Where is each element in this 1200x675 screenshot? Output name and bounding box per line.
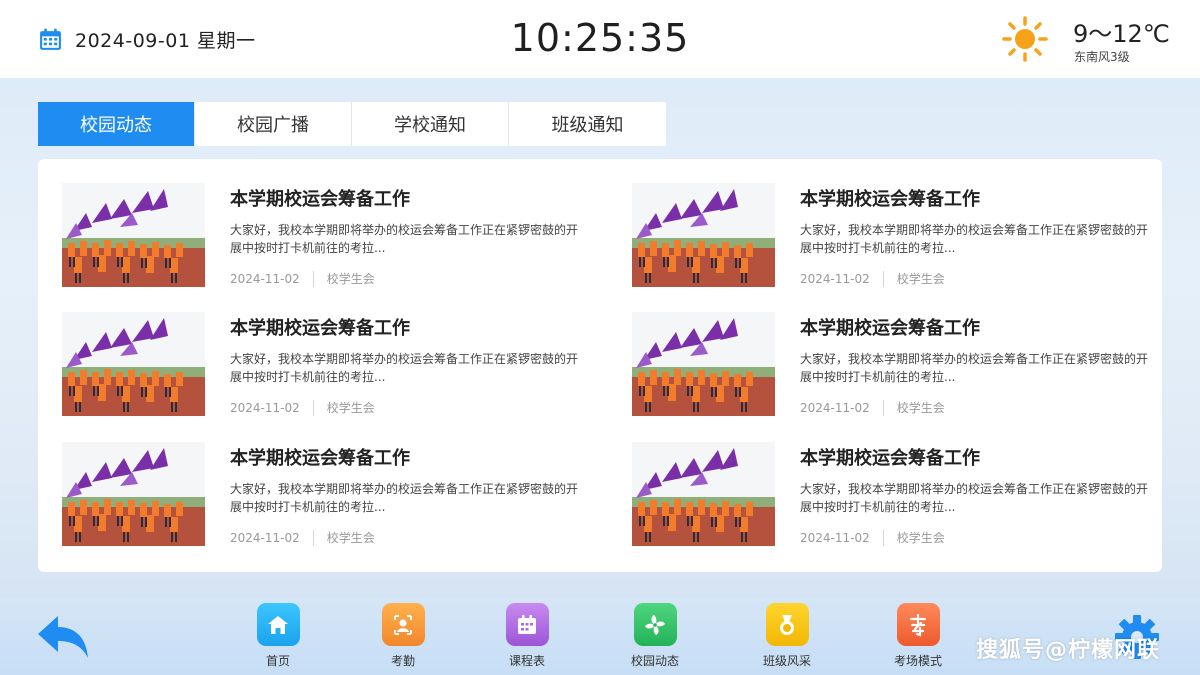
- news-item[interactable]: 本学期校运会筹备工作 大家好，我校本学期即将举办的校运会筹备工作正在紧锣密鼓的开…: [62, 312, 582, 418]
- dock-item-home[interactable]: 首页: [238, 603, 318, 669]
- dock-item-timetable[interactable]: 课程表: [487, 603, 567, 669]
- news-thumbnail: [632, 312, 775, 416]
- news-date: 2024-11-02: [800, 530, 870, 545]
- news-date: 2024-11-02: [230, 530, 300, 545]
- attendance-icon: [381, 603, 425, 646]
- news-title: 本学期校运会筹备工作: [230, 448, 410, 469]
- meta-divider: [882, 270, 884, 287]
- news-summary: 大家好，我校本学期即将举办的校运会筹备工作正在紧锣密鼓的开展中按时打卡机前往的考…: [230, 352, 579, 384]
- news-source: 校学生会: [326, 272, 375, 286]
- tab-campus-broadcast[interactable]: 校园广播: [195, 102, 352, 146]
- news-date: 2024-11-02: [800, 400, 870, 415]
- meta-divider: [312, 270, 314, 287]
- news-date: 2024-11-02: [230, 271, 300, 286]
- news-item[interactable]: 本学期校运会筹备工作 大家好，我校本学期即将举办的校运会筹备工作正在紧锣密鼓的开…: [632, 312, 1152, 418]
- news-title: 本学期校运会筹备工作: [800, 448, 980, 469]
- news-item[interactable]: 本学期校运会筹备工作 大家好，我校本学期即将举办的校运会筹备工作正在紧锣密鼓的开…: [632, 442, 1152, 548]
- dock-label: 校园动态: [630, 654, 679, 668]
- dock-item-attendance[interactable]: 考勤: [363, 603, 443, 669]
- category-tabs: 校园动态 校园广播 学校通知 班级通知: [38, 102, 666, 146]
- news-source: 校学生会: [326, 401, 375, 415]
- news-thumbnail: [632, 442, 775, 546]
- calendar-icon: [505, 603, 549, 646]
- meta-divider: [312, 399, 314, 416]
- dock-label: 首页: [265, 654, 290, 668]
- dock-label: 考勤: [390, 654, 415, 668]
- temperature: 9～12℃: [1073, 20, 1170, 48]
- exam-icon: [896, 603, 940, 646]
- dock-label: 班级风采: [762, 654, 811, 668]
- news-summary: 大家好，我校本学期即将举办的校运会筹备工作正在紧锣密鼓的开展中按时打卡机前往的考…: [800, 482, 1149, 514]
- tab-campus-news[interactable]: 校园动态: [38, 102, 195, 146]
- home-icon: [256, 603, 300, 646]
- wind-info: 东南风3级: [1074, 50, 1130, 64]
- meta-divider: [882, 399, 884, 416]
- medal-icon: [765, 603, 809, 646]
- meta-divider: [882, 529, 884, 546]
- dock-label: 课程表: [508, 654, 545, 668]
- news-thumbnail: [62, 183, 205, 287]
- tab-school-notice[interactable]: 学校通知: [352, 102, 509, 146]
- news-thumbnail: [62, 312, 205, 416]
- top-bar: 2024-09-01 星期一 10:25:35 9～12℃ 东南风3级: [0, 0, 1200, 78]
- news-thumbnail: [632, 183, 775, 287]
- news-summary: 大家好，我校本学期即将举办的校运会筹备工作正在紧锣密鼓的开展中按时打卡机前往的考…: [800, 223, 1149, 255]
- news-item[interactable]: 本学期校运会筹备工作 大家好，我校本学期即将举办的校运会筹备工作正在紧锣密鼓的开…: [632, 183, 1152, 289]
- meta-divider: [312, 529, 314, 546]
- pinwheel-icon: [633, 603, 677, 646]
- news-title: 本学期校运会筹备工作: [230, 318, 410, 339]
- news-source: 校学生会: [326, 531, 375, 545]
- news-item[interactable]: 本学期校运会筹备工作 大家好，我校本学期即将举办的校运会筹备工作正在紧锣密鼓的开…: [62, 183, 582, 289]
- news-panel: 本学期校运会筹备工作 大家好，我校本学期即将举办的校运会筹备工作正在紧锣密鼓的开…: [38, 159, 1162, 572]
- news-source: 校学生会: [896, 531, 945, 545]
- watermark-text: 搜狐号@柠檬网联: [976, 638, 1161, 663]
- news-date: 2024-11-02: [800, 271, 870, 286]
- sun-icon: [1002, 16, 1048, 62]
- back-arrow-icon[interactable]: [36, 612, 90, 660]
- news-thumbnail: [62, 442, 205, 546]
- news-item[interactable]: 本学期校运会筹备工作 大家好，我校本学期即将举办的校运会筹备工作正在紧锣密鼓的开…: [62, 442, 582, 548]
- news-date: 2024-11-02: [230, 400, 300, 415]
- dock-label: 考场模式: [893, 654, 942, 668]
- tab-class-notice[interactable]: 班级通知: [509, 102, 666, 146]
- news-title: 本学期校运会筹备工作: [230, 189, 410, 210]
- news-source: 校学生会: [896, 272, 945, 286]
- news-summary: 大家好，我校本学期即将举办的校运会筹备工作正在紧锣密鼓的开展中按时打卡机前往的考…: [800, 352, 1149, 384]
- dock-item-exam-mode[interactable]: 考场模式: [878, 603, 958, 669]
- dock-item-class-showcase[interactable]: 班级风采: [747, 603, 827, 669]
- news-summary: 大家好，我校本学期即将举办的校运会筹备工作正在紧锣密鼓的开展中按时打卡机前往的考…: [230, 223, 579, 255]
- news-source: 校学生会: [896, 401, 945, 415]
- news-title: 本学期校运会筹备工作: [800, 189, 980, 210]
- dock-item-campus-news[interactable]: 校园动态: [615, 603, 695, 669]
- news-summary: 大家好，我校本学期即将举办的校运会筹备工作正在紧锣密鼓的开展中按时打卡机前往的考…: [230, 482, 579, 514]
- news-title: 本学期校运会筹备工作: [800, 318, 980, 339]
